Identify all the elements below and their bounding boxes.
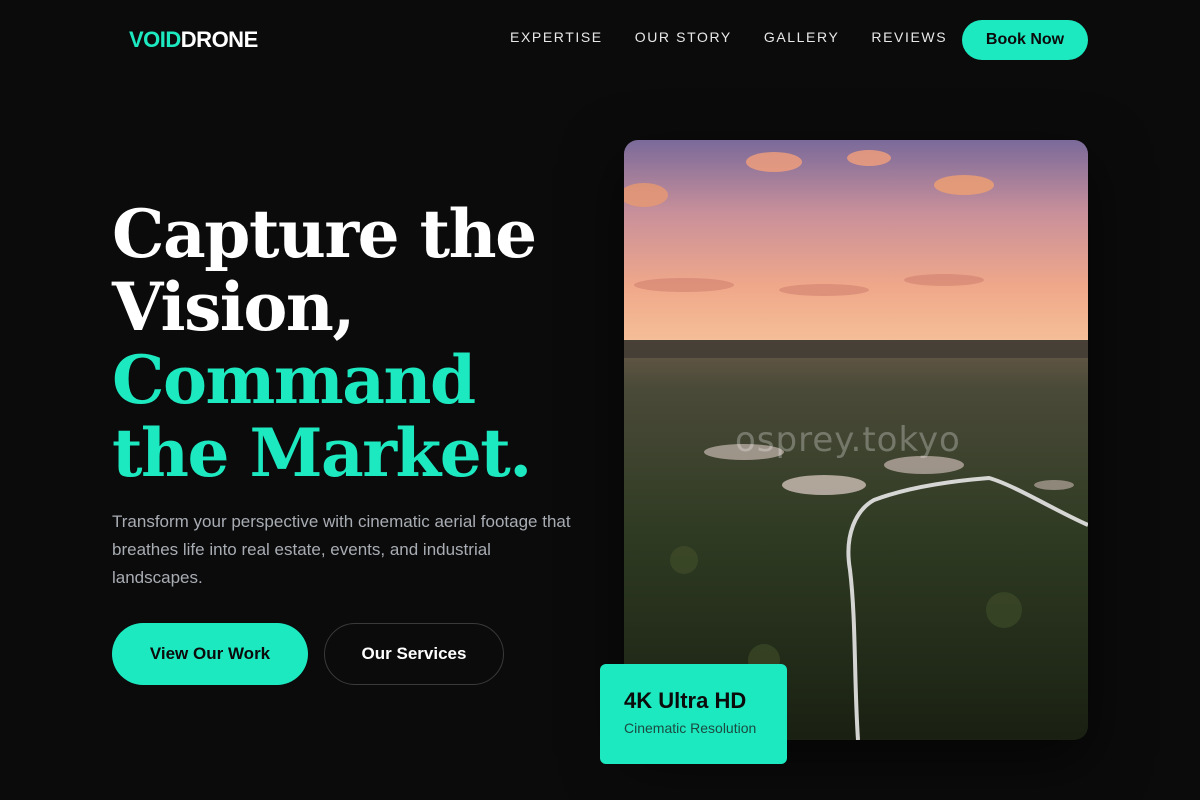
our-services-button[interactable]: Our Services	[324, 623, 504, 685]
hero-title-line-3: Command	[112, 341, 476, 419]
nav-item-our-story[interactable]: OUR STORY	[635, 29, 732, 45]
resolution-badge: 4K Ultra HD Cinematic Resolution	[600, 664, 787, 764]
brand-logo-part2: DRONE	[180, 27, 258, 52]
hero-description: Transform your perspective with cinemati…	[112, 512, 571, 587]
nav-item-reviews[interactable]: REVIEWS	[871, 29, 947, 45]
brand-logo-part1: VOID	[129, 27, 181, 52]
hero-title-line-2: Vision,	[112, 268, 355, 346]
badge-subtitle: Cinematic Resolution	[624, 720, 757, 736]
brand-logo[interactable]: VOIDDRONE	[129, 27, 258, 53]
hero-title: Capture the Vision, Command the Market.	[112, 195, 537, 492]
hero-title-line-4: the Market.	[112, 414, 532, 492]
image-watermark: osprey.tokyo	[735, 420, 961, 460]
hero-title-line-1: Capture the	[112, 195, 537, 273]
main-nav: EXPERTISE OUR STORY GALLERY REVIEWS	[510, 29, 947, 45]
view-our-work-button[interactable]: View Our Work	[112, 623, 308, 685]
nav-item-expertise[interactable]: EXPERTISE	[510, 29, 603, 45]
badge-title: 4K Ultra HD	[624, 688, 747, 713]
nav-item-gallery[interactable]: GALLERY	[764, 29, 840, 45]
book-now-button[interactable]: Book Now	[962, 20, 1088, 60]
